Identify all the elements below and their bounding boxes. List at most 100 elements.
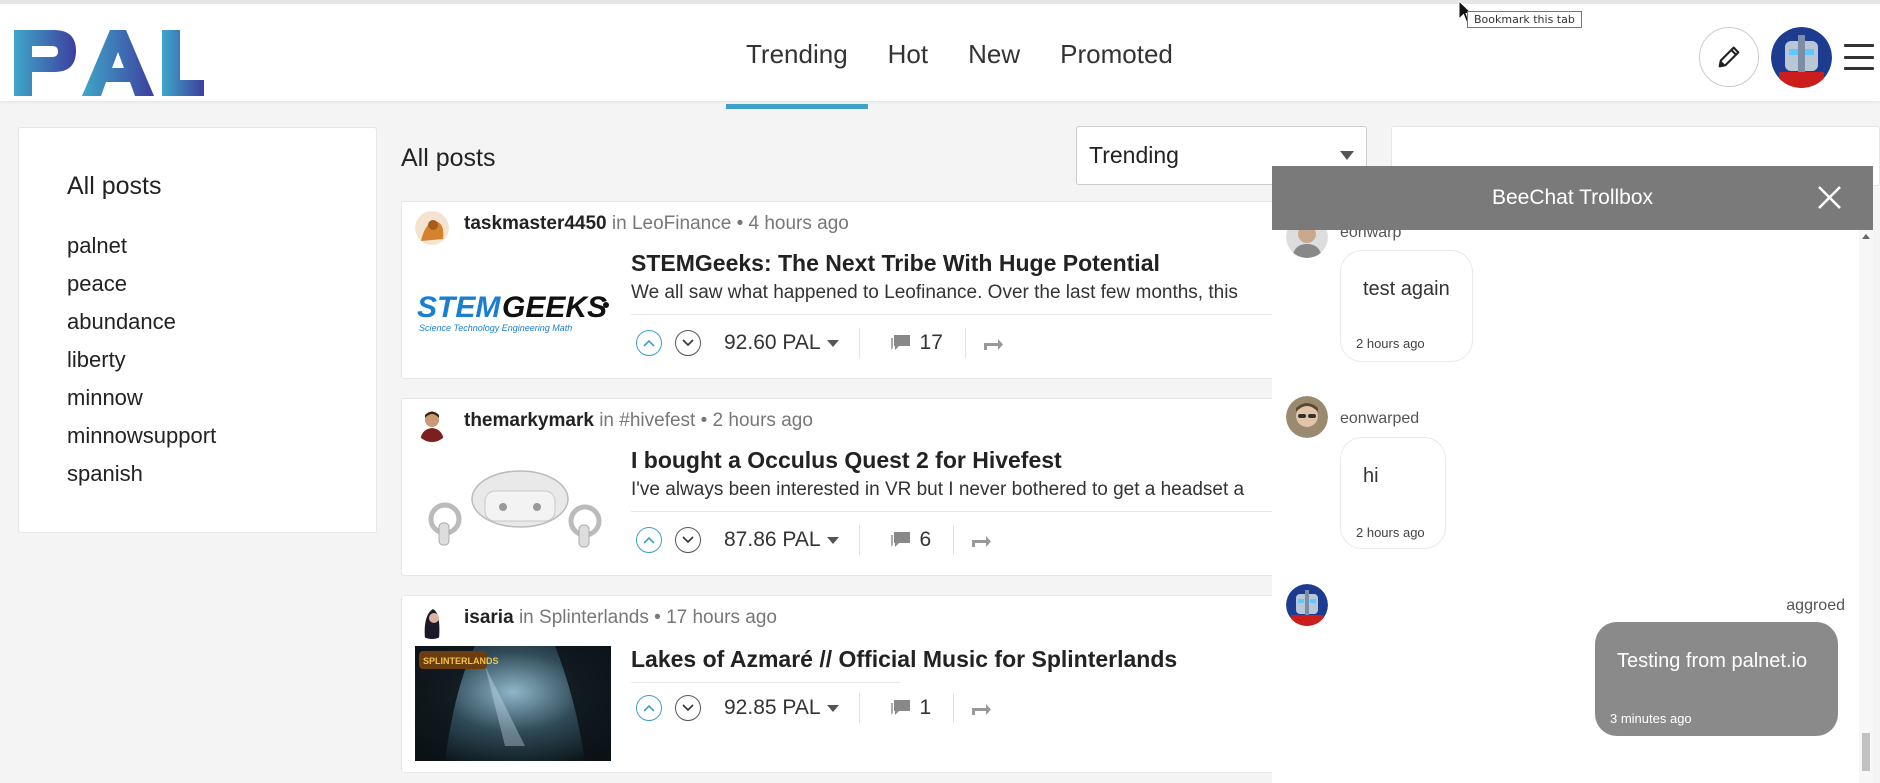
main-nav: Trending Hot New Promoted (726, 4, 1193, 109)
sort-select-value: Trending (1089, 142, 1179, 168)
write-post-button[interactable] (1699, 27, 1759, 87)
chat-bubble: hi 2 hours ago (1340, 437, 1446, 549)
post-title[interactable]: I bought a Occulus Quest 2 for Hivefest (631, 447, 1062, 474)
divider (631, 511, 1280, 512)
divider (953, 525, 955, 555)
chevron-up-icon (643, 536, 655, 544)
upvote-button[interactable] (636, 330, 662, 356)
svg-text:GEEKS: GEEKS (502, 291, 607, 324)
post-excerpt[interactable]: I've always been interested in VR but I … (631, 479, 1244, 501)
downvote-button[interactable] (675, 527, 701, 553)
sidebar-item-spanish[interactable]: spanish (67, 455, 376, 493)
chevron-up-icon (643, 339, 655, 347)
post-card[interactable]: isaria in Splinterlands • 17 hours ago S… (401, 595, 1281, 773)
chat-messages[interactable]: eonwarp test again 2 hours ago eonwarped… (1272, 230, 1873, 783)
author-avatar[interactable] (415, 211, 449, 245)
post-card[interactable]: taskmaster4450 in LeoFinance • 4 hours a… (401, 201, 1281, 379)
author-avatar[interactable] (415, 408, 449, 442)
divider (964, 328, 966, 358)
chat-username[interactable]: eonwarp (1340, 230, 1401, 242)
share-icon[interactable] (970, 699, 992, 717)
nav-tab-trending[interactable]: Trending (726, 4, 868, 109)
post-community[interactable]: Splinterlands (539, 607, 649, 628)
chevron-down-icon (682, 704, 694, 712)
sidebar-item-liberty[interactable]: liberty (67, 341, 376, 379)
comment-count[interactable]: 1 (920, 696, 932, 720)
post-excerpt[interactable]: We all saw what happened to Leofinance. … (631, 282, 1238, 304)
chat-username[interactable]: aggroed (1786, 597, 1845, 615)
author-avatar[interactable] (415, 605, 449, 639)
post-author[interactable]: taskmaster4450 (464, 213, 607, 234)
post-title[interactable]: STEMGeeks: The Next Tribe With Huge Pote… (631, 250, 1160, 277)
scroll-thumb[interactable] (1862, 733, 1870, 771)
community-sidebar: All posts palnet peace abundance liberty… (18, 127, 377, 533)
post-in-label: in (611, 213, 627, 234)
payout-dropdown-icon[interactable] (826, 536, 839, 544)
chat-message-text: hi (1363, 465, 1379, 487)
chat-username[interactable]: eonwarped (1340, 410, 1419, 428)
pal-logo[interactable] (14, 24, 204, 96)
stemgeeks-logo: STEM GEEKS Science Technology Engineerin… (417, 291, 609, 333)
post-community[interactable]: LeoFinance (632, 213, 731, 234)
post-meta: themarkymark in #hivefest • 2 hours ago (464, 410, 813, 432)
post-card[interactable]: themarkymark in #hivefest • 2 hours ago … (401, 398, 1281, 576)
close-icon[interactable] (1816, 184, 1843, 211)
post-thumbnail[interactable]: STEM GEEKS Science Technology Engineerin… (415, 247, 611, 362)
sidebar-item-abundance[interactable]: abundance (67, 303, 376, 341)
chat-avatar[interactable] (1286, 584, 1328, 626)
post-title[interactable]: Lakes of Azmaré // Official Music for Sp… (631, 646, 1177, 673)
person-avatar-icon (1286, 230, 1328, 258)
sidebar-title[interactable]: All posts (67, 172, 376, 201)
user-avatar[interactable] (1771, 27, 1832, 88)
post-in-label: in (599, 410, 614, 431)
nav-tab-hot[interactable]: Hot (868, 4, 948, 105)
comment-count[interactable]: 17 (920, 331, 943, 355)
chat-message-text: Testing from palnet.io (1617, 650, 1808, 672)
payout-amount[interactable]: 87.86 PAL (724, 528, 821, 552)
svg-text:Science Technology Engineering: Science Technology Engineering Math (419, 323, 572, 333)
post-author[interactable]: themarkymark (464, 410, 594, 431)
robot-avatar-icon (1286, 584, 1328, 626)
sidebar-item-peace[interactable]: peace (67, 265, 376, 303)
splinterlands-cave-image: SPLINTERLANDS (415, 646, 611, 761)
downvote-button[interactable] (675, 695, 701, 721)
post-thumbnail[interactable] (415, 449, 611, 564)
downvote-button[interactable] (675, 330, 701, 356)
payout-amount[interactable]: 92.85 PAL (724, 696, 821, 720)
payout-dropdown-icon[interactable] (826, 704, 839, 712)
upvote-button[interactable] (636, 695, 662, 721)
share-icon[interactable] (982, 334, 1004, 352)
chat-message-time: 3 minutes ago (1610, 711, 1692, 726)
comments-icon[interactable] (890, 530, 912, 550)
nav-tab-new[interactable]: New (948, 4, 1040, 105)
post-time: • 17 hours ago (654, 607, 777, 628)
post-in-label: in (518, 607, 534, 628)
comments-icon[interactable] (890, 698, 912, 718)
comments-icon[interactable] (890, 333, 912, 353)
chat-avatar[interactable] (1286, 396, 1328, 438)
comment-count[interactable]: 6 (920, 528, 932, 552)
menu-bar (1844, 55, 1874, 59)
chevron-down-icon (682, 536, 694, 544)
bookmark-tooltip: Bookmark this tab (1467, 11, 1582, 28)
sidebar-item-minnow[interactable]: minnow (67, 379, 376, 417)
menu-button[interactable] (1844, 44, 1874, 70)
chat-avatar[interactable] (1286, 230, 1328, 258)
upvote-button[interactable] (636, 527, 662, 553)
post-thumbnail[interactable]: SPLINTERLANDS (415, 646, 611, 761)
person-avatar-icon (415, 408, 449, 442)
divider (858, 525, 860, 555)
payout-amount[interactable]: 92.60 PAL (724, 331, 821, 355)
post-author[interactable]: isaria (464, 607, 514, 628)
chat-scrollbar[interactable] (1859, 230, 1873, 783)
post-community[interactable]: #hivefest (619, 410, 695, 431)
share-icon[interactable] (970, 531, 992, 549)
payout-dropdown-icon[interactable] (826, 339, 839, 347)
post-meta: taskmaster4450 in LeoFinance • 4 hours a… (464, 213, 849, 235)
sidebar-item-palnet[interactable]: palnet (67, 227, 376, 265)
nav-tab-promoted[interactable]: Promoted (1040, 4, 1193, 105)
sidebar-item-minnowsupport[interactable]: minnowsupport (67, 417, 376, 455)
top-header: Trending Hot New Promoted (0, 0, 1880, 109)
scroll-up-icon[interactable] (1862, 234, 1870, 239)
vr-headset-image (428, 470, 602, 548)
